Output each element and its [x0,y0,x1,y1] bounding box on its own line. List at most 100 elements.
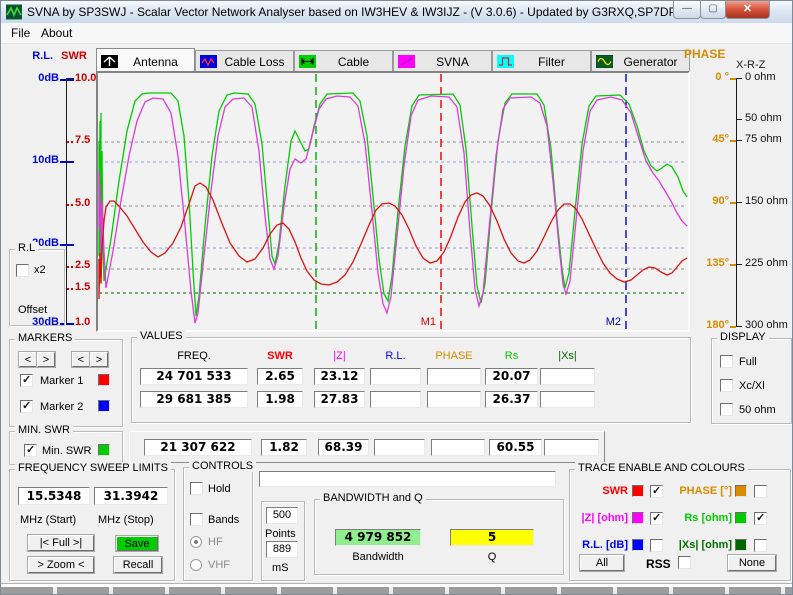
tab-antenna[interactable]: Antenna [96,48,195,72]
ms-label: mS [272,562,289,574]
bands-checkbox[interactable] [190,513,203,526]
vhf-label: VHF [208,559,230,571]
display-group-title: DISPLAY [717,331,769,343]
tab-filter-label: Filter [517,55,586,69]
trace-label-r-l-db: R.L. [dB] [570,539,628,551]
value-rl [374,439,425,456]
display-50-ohm-checkbox[interactable] [720,403,733,416]
value-swr: 1.82 [261,439,307,456]
value-phase [427,368,481,385]
ohm-tick-label: 225 ohm [745,257,788,269]
rl-tick [60,79,74,81]
none-traces-button[interactable]: None [728,555,776,571]
value-freq: 24 701 533 [140,368,248,385]
zoom-span-label: > Zoom < [37,559,84,571]
marker1-next-button[interactable]: > [37,352,55,367]
x2-checkbox[interactable] [16,264,29,277]
trace-enable-title: TRACE ENABLE AND COLOURS [575,462,748,474]
phase-axis-title: PHASE [684,47,725,61]
ms-value[interactable]: 889 [266,541,298,558]
value-xs [540,391,595,408]
marker2-next-button[interactable]: > [90,352,108,367]
zoom-span-button[interactable]: > Zoom < [28,557,94,573]
ohm-tick-label: 150 ohm [745,195,788,207]
marker-2-color-swatch[interactable] [98,400,110,412]
full-span-button[interactable]: |< Full >| [28,535,94,551]
chart-plot: M1M2 [98,73,688,330]
menu-bar: File About [1,23,792,44]
min-swr-color-swatch[interactable] [98,444,110,456]
marker-1-color-swatch[interactable] [98,374,110,386]
ohm-tick-label: 50 ohm [745,112,782,124]
trace-swatch-swr[interactable] [632,485,644,497]
trace-swatch-r-l-db[interactable] [632,539,644,551]
trace-checkbox-rs-ohm[interactable] [754,512,767,525]
trace-swatch-phase[interactable] [735,485,747,497]
marker1-prev-button[interactable]: < [19,352,37,367]
values-header-rs: Rs [485,350,538,362]
marker2-prev-button[interactable]: < [72,352,90,367]
tab-filter[interactable]: Filter [492,50,591,71]
start-frequency-label: MHz (Start) [20,514,76,526]
values-header-xs: |Xs| [540,350,595,362]
start-frequency-input[interactable] [18,487,90,505]
min-swr-checkbox[interactable] [24,444,37,457]
x2-label: x2 [34,264,46,276]
status-input[interactable] [259,471,556,487]
tab-generator[interactable]: Generator [591,50,690,71]
display-xc-xl-checkbox[interactable] [720,379,733,392]
phase-tick [730,140,736,142]
trace-swatch-xs-ohm[interactable] [735,539,747,551]
phase-tick-label: 0 ° [695,71,729,83]
rl-offset-group-title: R.L [15,242,38,254]
marker-2-checkbox[interactable] [20,400,33,413]
points-value[interactable]: 500 [266,507,298,524]
swr-tick-label: 5.0 [75,197,90,209]
rl-tick-label: 10dB [15,154,59,166]
save-label: Save [124,538,149,550]
phase-tick-label: 45° [695,133,729,145]
bandwidth-value: 4 979 852 [335,529,421,546]
min-swr-group: MIN. SWR Min. SWR [9,431,123,465]
tab-svna-label: SVNA [418,55,487,69]
vhf-radio[interactable] [190,559,202,571]
bottom-button-strip[interactable] [1,586,793,595]
hold-checkbox[interactable] [190,482,203,495]
all-traces-button[interactable]: All [580,555,624,571]
phase-tick [730,264,736,266]
ohm-tick [737,264,742,265]
rss-checkbox[interactable] [678,556,691,569]
tab-cable-loss[interactable]: Cable Loss [195,50,294,71]
tab-cable-length[interactable]: Cable Length [294,50,393,71]
marker-1-checkbox[interactable] [20,374,33,387]
offset-label[interactable]: Offset [18,304,47,316]
swr-tick-label: 1.0 [75,316,90,328]
trace-swatch-z-ohm[interactable] [632,512,644,524]
xrz-axis-title: X-R-Z [736,59,765,71]
trace-label-phase: PHASE [°] [662,485,732,497]
display-full-checkbox[interactable] [720,355,733,368]
recall-button[interactable]: Recall [114,557,162,573]
chart-panel[interactable]: M1M2 [96,71,690,332]
hf-radio[interactable] [190,536,202,548]
swr-axis-title: SWR [59,50,89,62]
trace-swatch-rs-ohm[interactable] [735,512,747,524]
q-value: 5 [450,529,534,546]
chevron-left-icon: < [78,354,84,366]
q-label: Q [450,551,534,563]
values-header-swr: SWR [257,350,303,362]
chevron-left-icon: < [25,354,31,366]
title-bar[interactable]: SVNA by SP3SWJ - Scalar Vector Network A… [1,1,792,24]
hf-label: HF [208,536,223,548]
phase-tick-label: 180° [695,319,729,331]
phase-tick-label: 135° [695,257,729,269]
save-button[interactable]: Save [116,536,158,551]
tab-svna[interactable]: SVNA [393,50,492,71]
trace-checkbox-phase[interactable] [754,485,767,498]
trace-checkbox-xs-ohm[interactable] [754,539,767,552]
value-z: 68.39 [318,439,369,456]
tab-antenna-label: Antenna [121,55,190,69]
value-freq: 29 681 385 [140,391,248,408]
marker-2-label: Marker 2 [40,401,83,413]
stop-frequency-input[interactable] [94,487,168,505]
